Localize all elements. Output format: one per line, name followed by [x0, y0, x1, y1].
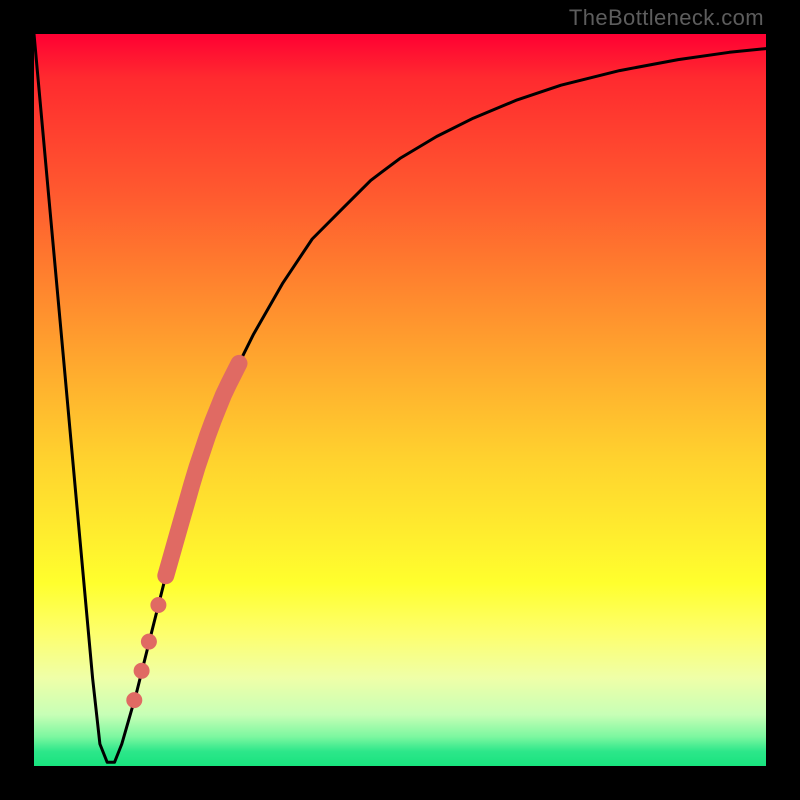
- watermark-text: TheBottleneck.com: [569, 5, 764, 31]
- highlight-dot: [126, 692, 142, 708]
- highlight-dot: [141, 634, 157, 650]
- chart-frame: TheBottleneck.com: [0, 0, 800, 800]
- plot-area: [34, 34, 766, 766]
- highlight-dot: [134, 663, 150, 679]
- bottleneck-curve: [34, 34, 766, 762]
- curve-svg: [34, 34, 766, 766]
- highlight-dot: [150, 597, 166, 613]
- highlight-segment: [166, 363, 239, 575]
